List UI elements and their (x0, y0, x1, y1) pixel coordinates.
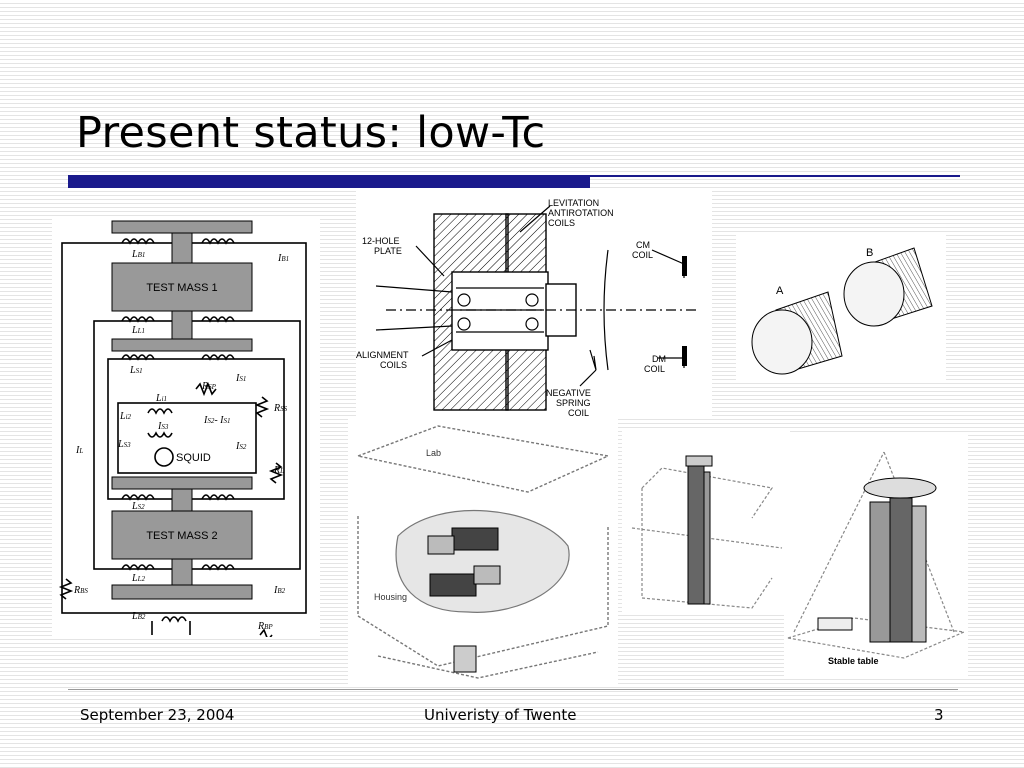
svg-text:RSP: RSP (201, 381, 217, 392)
apparatus-label: COIL (632, 250, 653, 260)
svg-text:LS1: LS1 (129, 365, 143, 376)
circuit-subscript: S2 (138, 503, 146, 511)
housing-label: Housing (374, 592, 407, 602)
apparatus-label: 12-HOLE (362, 236, 400, 246)
footer-organization: Univeristy of Twente (424, 706, 577, 724)
levitation-apparatus-diagram: LEVITATION ANTIROTATION COILS 12-HOLE PL… (356, 190, 712, 418)
circuit-subscript: B2 (138, 613, 146, 621)
housing-label: Lab (426, 448, 441, 458)
svg-text:IB1: IB1 (277, 253, 289, 264)
svg-text:LB1: LB1 (131, 249, 145, 260)
svg-text:IL: IL (75, 445, 83, 456)
svg-text:RL: RL (273, 465, 284, 476)
svg-text:IS2- IS1: IS2- IS1 (203, 415, 231, 426)
circuit-symbol: R (273, 465, 280, 476)
circuit-subscript: BP (264, 623, 273, 631)
stable-table-label: Stable table (828, 656, 879, 666)
circuit-subscript: L2 (137, 575, 146, 583)
circuit-subscript: BS (80, 587, 88, 595)
svg-text:IS3: IS3 (157, 421, 169, 432)
circuit-subscript: L (78, 447, 83, 455)
svg-text:IS2: IS2 (235, 441, 247, 452)
footer-page-number: 3 (934, 706, 944, 724)
svg-text:IS1: IS1 (235, 373, 246, 384)
circuit-subscript: S3 (161, 423, 169, 431)
apparatus-label: COILS (380, 360, 407, 370)
circuit-subscript: S1 (136, 367, 143, 375)
apparatus-label: CM (636, 240, 650, 250)
housing-sketch: Lab Housing (348, 416, 618, 686)
circuit-subscript: i2 (126, 413, 132, 421)
svg-text:LB2: LB2 (131, 611, 146, 622)
svg-text:LL1: LL1 (131, 325, 145, 336)
cylinder-b-label: B (866, 247, 873, 259)
cylinder-a-label: A (776, 285, 784, 297)
apparatus-label: PLATE (374, 246, 402, 256)
svg-text:IB2: IB2 (273, 585, 286, 596)
slide-title: Present status: low-Tc (76, 108, 546, 158)
svg-text:Li2: Li2 (119, 411, 132, 422)
circuit-subscript: L1 (137, 327, 145, 335)
apparatus-label: ALIGNMENT (356, 350, 409, 360)
svg-text:LL2: LL2 (131, 573, 145, 584)
title-underline-bar (68, 175, 590, 188)
cylinders-illustration: A B (736, 232, 946, 382)
circuit-symbol: R (73, 585, 80, 596)
circuit-subscript: i1 (162, 395, 167, 403)
svg-text:LS2: LS2 (131, 501, 145, 512)
apparatus-label: ANTIROTATION (548, 208, 614, 218)
circuit-subscript: SP (208, 383, 217, 391)
title-underline-line (590, 175, 960, 177)
apparatus-label: DM (652, 354, 666, 364)
svg-text:RBS: RBS (73, 585, 88, 596)
circuit-subscript: S2 (239, 443, 247, 451)
circuit-symbol: R (273, 403, 280, 414)
circuit-subscript: S1 (224, 417, 231, 425)
circuit-subscript: S1 (239, 375, 246, 383)
torsion-bar-sketch (622, 428, 790, 614)
circuit-symbol: R (257, 621, 264, 632)
svg-text:RBP: RBP (257, 621, 273, 632)
footer-date: September 23, 2004 (80, 706, 235, 724)
svg-text:LS3: LS3 (117, 439, 131, 450)
circuit-subscript: B1 (138, 251, 146, 259)
apparatus-label: LEVITATION (548, 198, 599, 208)
squid-label: SQUID (176, 452, 211, 464)
circuit-subscript: B1 (281, 255, 289, 263)
svg-text:Li1: Li1 (155, 393, 167, 404)
apparatus-label: COIL (644, 364, 665, 374)
circuit-subscript: S3 (124, 441, 132, 449)
apparatus-label: NEGATIVE (546, 388, 591, 398)
apparatus-label: SPRING (556, 398, 591, 408)
circuit-subscript: B2 (277, 587, 285, 595)
test-mass-1-label: TEST MASS 1 (146, 282, 217, 294)
footer-divider (68, 689, 958, 690)
stable-table-sketch: Stable table (784, 432, 968, 678)
circuit-subscript: SS (280, 405, 288, 413)
circuit-diagram: TEST MASS 1 TEST MASS 2 SQUID LB1 IB1 LL… (52, 217, 320, 637)
circuit-subscript: L (279, 467, 284, 475)
circuit-symbol: R (201, 381, 208, 392)
test-mass-2-label: TEST MASS 2 (146, 530, 217, 542)
svg-text:RSS: RSS (273, 403, 288, 414)
apparatus-label: COILS (548, 218, 575, 228)
